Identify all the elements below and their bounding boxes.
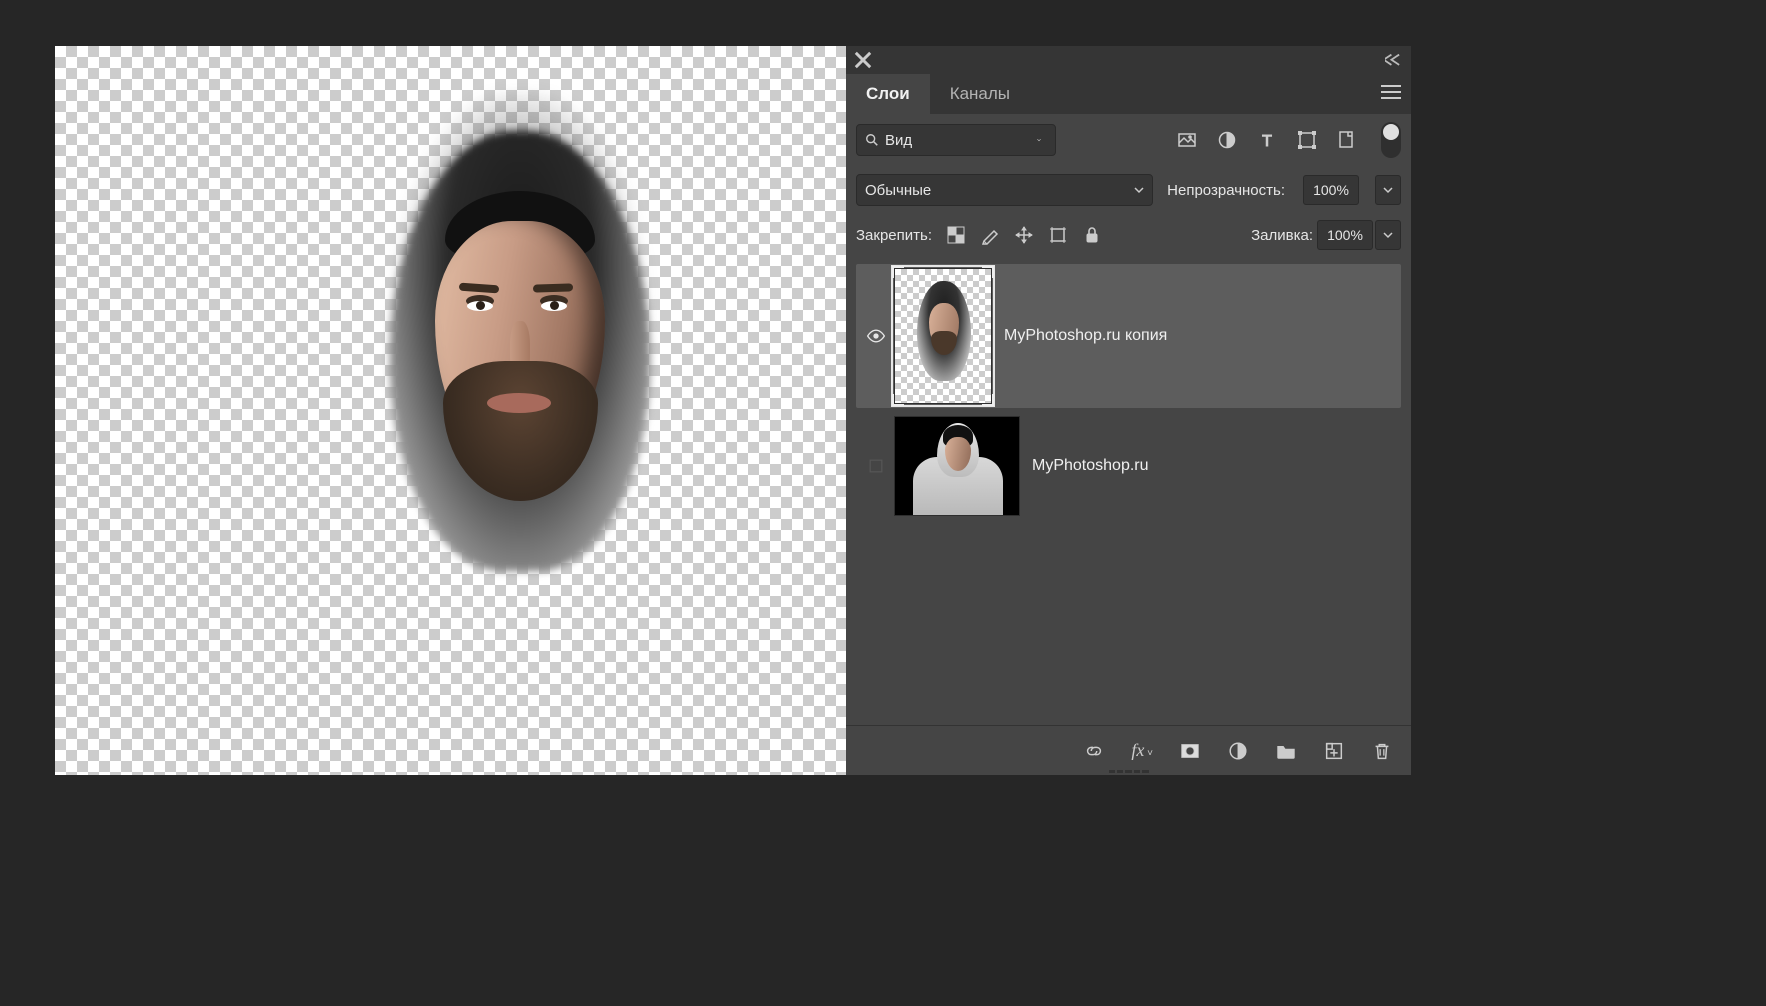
link-layers-button[interactable] [1083, 740, 1105, 762]
layers-list: MyPhotoshop.ru копия MyPhotoshop.ru [846, 260, 1411, 725]
filter-row: Вид T [846, 114, 1411, 166]
tab-channels[interactable]: Каналы [930, 74, 1030, 114]
tab-layers[interactable]: Слои [846, 74, 930, 114]
filter-toggle[interactable] [1381, 122, 1401, 158]
delete-layer-button[interactable] [1371, 740, 1393, 762]
lock-row: Закрепить: Заливка: 100% [846, 214, 1411, 260]
filter-shape-icon[interactable] [1297, 130, 1317, 150]
collapse-panel-button[interactable] [1385, 52, 1403, 68]
close-panel-button[interactable] [854, 51, 872, 69]
close-icon [854, 51, 872, 69]
lock-artboard-icon[interactable] [1048, 225, 1068, 245]
blend-mode-value: Обычные [865, 182, 1134, 199]
chevron-down-icon [1037, 135, 1047, 145]
new-group-button[interactable] [1275, 740, 1297, 762]
chevron-down-icon [1383, 185, 1393, 195]
new-layer-button[interactable] [1323, 740, 1345, 762]
fill-flyout-button[interactable] [1375, 220, 1401, 250]
lock-transparency-icon[interactable] [946, 225, 966, 245]
layer-name[interactable]: MyPhotoshop.ru копия [1004, 327, 1167, 345]
opacity-label: Непрозрачность: [1167, 182, 1285, 199]
hamburger-icon [1381, 84, 1401, 100]
layers-panel: Слои Каналы Вид T Обычные Непрозрачно [846, 46, 1411, 775]
svg-text:T: T [1262, 133, 1272, 150]
layer-visibility-toggle[interactable] [858, 326, 894, 346]
layer-thumbnail[interactable] [894, 268, 992, 404]
panel-tabs: Слои Каналы [846, 74, 1411, 114]
new-adjustment-layer-button[interactable] [1227, 740, 1249, 762]
blend-row: Обычные Непрозрачность: 100% [846, 166, 1411, 214]
search-icon [865, 133, 879, 147]
lock-pixels-icon[interactable] [980, 225, 1000, 245]
chevron-down-icon [1134, 185, 1144, 195]
panel-resize-grip[interactable] [1109, 768, 1149, 774]
eye-off-icon [866, 456, 886, 476]
layer-filter-value: Вид [885, 132, 1037, 149]
layer-thumbnail[interactable] [894, 416, 1020, 516]
filter-pixel-icon[interactable] [1177, 130, 1197, 150]
filter-adjustment-icon[interactable] [1217, 130, 1237, 150]
document-canvas[interactable] [55, 46, 846, 775]
lock-label: Закрепить: [856, 227, 932, 244]
fill-label: Заливка: [1251, 227, 1313, 244]
lock-position-icon[interactable] [1014, 225, 1034, 245]
blend-mode-select[interactable]: Обычные [856, 174, 1153, 206]
lock-all-icon[interactable] [1082, 225, 1102, 245]
layer-row[interactable]: MyPhotoshop.ru [856, 412, 1401, 520]
opacity-flyout-button[interactable] [1375, 175, 1401, 205]
layer-filter-select[interactable]: Вид [856, 124, 1056, 156]
panel-menu-button[interactable] [1381, 84, 1401, 100]
layer-name[interactable]: MyPhotoshop.ru [1032, 457, 1149, 475]
opacity-value[interactable]: 100% [1303, 175, 1359, 205]
chevron-down-icon [1383, 230, 1393, 240]
filter-smartobject-icon[interactable] [1337, 130, 1357, 150]
canvas-image-content [355, 91, 685, 641]
layer-visibility-toggle[interactable] [858, 456, 894, 476]
filter-type-icon[interactable]: T [1257, 130, 1277, 150]
eye-icon [866, 326, 886, 346]
layer-row[interactable]: MyPhotoshop.ru копия [856, 264, 1401, 408]
add-mask-button[interactable] [1179, 740, 1201, 762]
panel-titlebar [846, 46, 1411, 74]
layer-style-button[interactable]: fx ˅ [1131, 740, 1153, 761]
fill-value[interactable]: 100% [1317, 220, 1373, 250]
